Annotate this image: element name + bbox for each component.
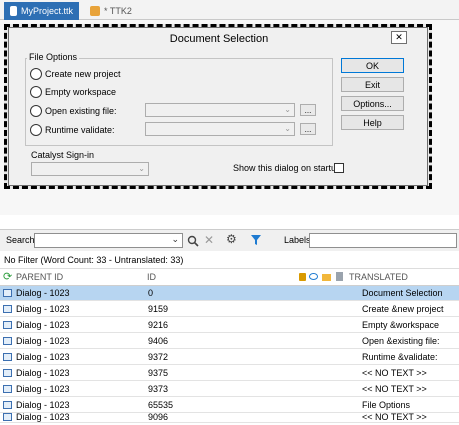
refresh-icon[interactable]: ⟳ [3,270,12,283]
cell-translated: Document Selection [362,288,443,298]
search-label: Search [6,235,35,245]
radio-empty-workspace[interactable]: Empty workspace [30,86,116,98]
runtime-validate-combo[interactable]: ⌄ [145,122,295,136]
lock-icon [299,273,306,281]
clear-icon[interactable]: ✕ [204,233,214,247]
table-row[interactable]: Dialog - 1023 9372 Runtime &validate: [0,350,459,365]
cell-translated: << NO TEXT >> [362,384,427,394]
grid-header: ⟳ PARENT ID ID TRANSLATED [0,269,459,286]
cell-parent-id: Dialog - 1023 [16,384,70,394]
project-icon [10,6,17,16]
column-header-id[interactable]: ID [147,270,156,285]
cell-translated: Create &new project [362,304,444,314]
filter-icon[interactable] [250,234,262,246]
close-icon[interactable]: ✕ [391,31,407,44]
cell-id: 9216 [148,320,169,330]
radio-label: Empty workspace [45,87,117,97]
cell-parent-id: Dialog - 1023 [16,368,70,378]
cell-parent-id: Dialog - 1023 [16,320,70,330]
table-row[interactable]: Dialog - 1023 9375 << NO TEXT >> [0,366,459,381]
chevron-down-icon: ⌄ [138,164,145,173]
cell-translated: Open &existing file: [362,336,440,346]
cell-translated: Empty &workspace [362,320,440,330]
eye-icon [309,273,318,280]
cell-parent-id: Dialog - 1023 [16,288,70,298]
chevron-down-icon: ⌄ [284,105,291,114]
browse-file-button[interactable]: ... [300,104,316,116]
dialog-row-icon [3,369,12,377]
show-dialog-checkbox[interactable] [334,163,344,173]
radio-icon [30,124,42,136]
cell-id: 9406 [148,336,169,346]
dialog-row-icon [3,413,12,421]
table-row[interactable]: Dialog - 1023 9373 << NO TEXT >> [0,382,459,397]
dialog-title: Document Selection [169,32,269,45]
file-options-label: File Options [27,52,80,62]
table-row[interactable]: Dialog - 1023 9096 << NO TEXT >> [0,410,459,423]
catalyst-sign-in-label: Catalyst Sign-in [31,150,95,160]
cell-id: 0 [148,288,154,298]
chevron-down-icon[interactable]: ⌄ [171,234,179,245]
cell-id: 9372 [148,352,169,362]
labels-input[interactable] [309,233,457,248]
cell-parent-id: Dialog - 1023 [16,336,70,346]
open-file-combo[interactable]: ⌄ [145,103,295,117]
cell-translated: << NO TEXT >> [362,368,427,378]
dialog-row-icon [3,305,12,313]
radio-icon [30,86,42,98]
radio-icon [30,68,42,80]
document-icon [336,272,343,281]
show-dialog-label: Show this dialog on startup [233,163,342,173]
table-row[interactable]: Dialog - 1023 9216 Empty &workspace [0,318,459,333]
radio-open-existing-file[interactable]: Open existing file: [30,105,117,117]
browse-validate-button[interactable]: ... [300,123,316,135]
column-header-translated[interactable]: TRANSLATED [349,270,408,285]
dialog-row-icon [3,337,12,345]
catalyst-sign-in-combo[interactable]: ⌄ [31,162,149,176]
ok-button[interactable]: OK [341,58,404,73]
table-row[interactable]: Dialog - 1023 9406 Open &existing file: [0,334,459,349]
filter-status-text: No Filter (Word Count: 33 - Untranslated… [4,255,184,265]
cell-parent-id: Dialog - 1023 [16,304,70,314]
table-row[interactable]: Dialog - 1023 0 Document Selection [0,286,459,301]
cell-id: 9375 [148,368,169,378]
cell-id: 9159 [148,304,169,314]
filter-status: No Filter (Word Count: 33 - Untranslated… [0,252,459,269]
exit-button[interactable]: Exit [341,77,404,92]
dialog-row-icon [3,401,12,409]
cell-id: 9373 [148,384,169,394]
dialog-row-icon [3,353,12,361]
cell-translated: Runtime &validate: [362,352,438,362]
column-header-parent-id[interactable]: PARENT ID [16,270,63,285]
settings-gear-icon[interactable]: ⚙ [226,232,237,246]
chevron-down-icon: ⌄ [284,124,291,133]
radio-icon [30,105,42,117]
tab-ttk2[interactable]: * TTK2 [84,2,144,20]
search-input[interactable]: ⌄ [34,233,183,248]
document-tab-bar: MyProject.ttk * TTK2 [0,0,459,20]
options-button[interactable]: Options... [341,96,404,111]
project-icon [90,6,100,16]
radio-label: Open existing file: [45,106,117,116]
search-toolbar: Search ⌄ ✕ ⚙ Labels [0,229,459,251]
radio-create-new-project[interactable]: Create new project [30,68,121,80]
help-button[interactable]: Help [341,115,404,130]
dialog-row-icon [3,289,12,297]
dialog-preview: Document Selection ✕ File Options Create… [8,27,428,186]
tab-label: MyProject.ttk [20,6,73,16]
labels-label: Labels [284,235,311,245]
search-icon[interactable] [187,235,199,247]
dialog-row-icon [3,385,12,393]
tab-myproject[interactable]: MyProject.ttk [4,2,79,20]
dialog-row-icon [3,321,12,329]
radio-label: Create new project [45,69,121,79]
folder-icon [322,274,331,281]
radio-label: Runtime validate: [45,125,115,135]
table-row[interactable]: Dialog - 1023 9159 Create &new project [0,302,459,317]
radio-runtime-validate[interactable]: Runtime validate: [30,124,115,136]
cell-parent-id: Dialog - 1023 [16,352,70,362]
tab-label: * TTK2 [104,6,132,16]
